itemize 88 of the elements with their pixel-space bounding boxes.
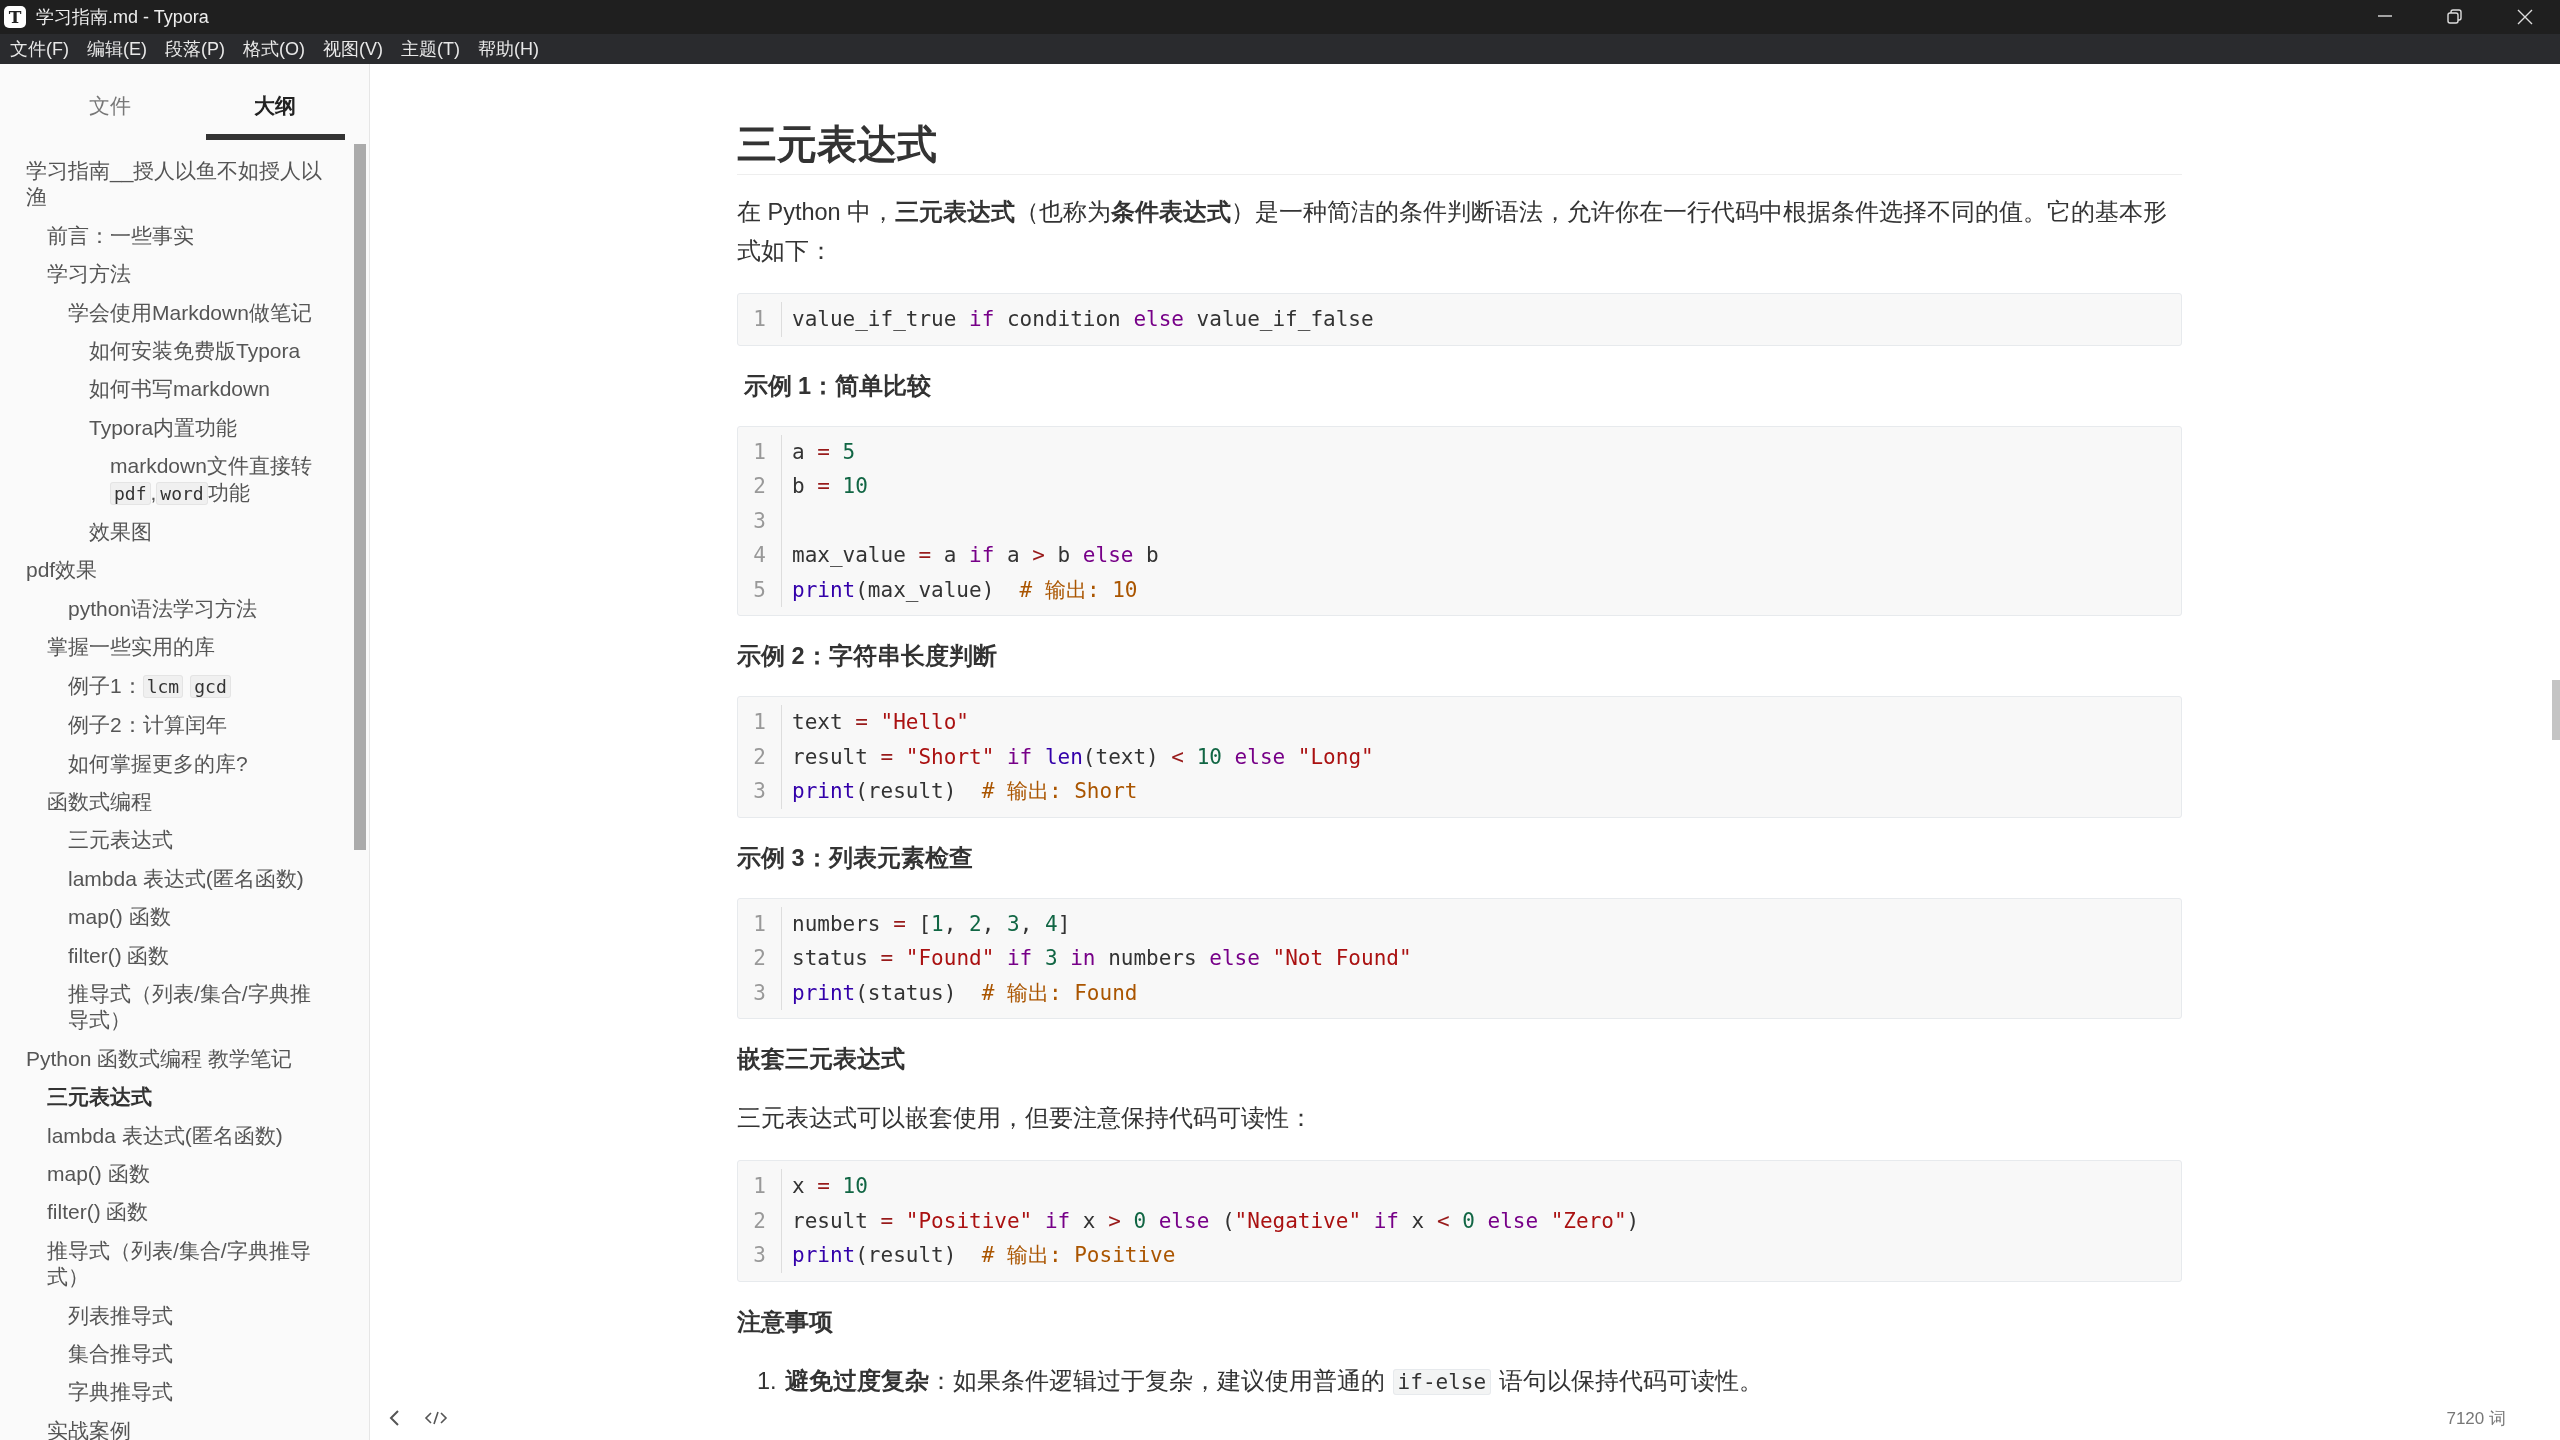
code-line: a = 5 [791,438,857,466]
code-line: max_value = a if a > b else b [791,542,1160,569]
outline-item[interactable]: 前言：一些事实 [0,216,325,256]
section-heading: 嵌套三元表达式 [737,1045,906,1074]
list-number: 1. [757,1366,777,1396]
menu-item[interactable]: 帮助(H) [468,37,548,61]
outline-item[interactable]: lambda 表达式(匿名函数) [0,1116,325,1155]
menu-item[interactable]: 段落(P) [156,37,234,61]
outline-item[interactable]: 推导式（列表/集合/字典推导式） [0,974,325,1040]
outline-item[interactable]: 例子1： lcm gcd [0,666,325,707]
outline-item[interactable]: filter() 函数 [0,936,325,975]
document-heading: 三元表达式 [737,118,2182,175]
window-title: 学习指南.md - Typora [36,6,210,29]
code-line: result = "Positive" if x > 0 else ("Negative" if x < 0 else "Zero") [791,1207,1641,1235]
close-icon[interactable] [2516,8,2534,26]
menu-item[interactable]: 视图(V) [314,37,392,61]
outline-item[interactable]: 掌握一些实用的库 [0,628,325,667]
outline-item[interactable]: 学习方法 [0,255,325,294]
paragraph: 三元表达式可以嵌套使用，但要注意保持代码可读性： [737,1104,1314,1133]
line-number: 5 [738,572,782,607]
outline-item[interactable]: map() 函数 [0,1154,325,1194]
code-line: numbers = [1, 2, 3, 4] [791,910,1072,938]
outline-item[interactable]: markdown文件直接转 pdf , word 功能 [0,447,325,514]
line-number: 2 [738,941,782,976]
code-line: value_if_true if condition else value_if_false [791,306,1375,333]
code-line: text = "Hello" [791,709,971,736]
section-heading: 示例 2：字符串长度判断 [737,642,998,671]
line-number: 3 [738,975,782,1010]
outline-item[interactable]: 学习指南__授人以鱼不如授人以渔 [0,152,325,217]
outline-item[interactable]: lambda 表达式(匿名函数) [0,859,325,899]
line-number: 3 [738,1238,782,1273]
line-number: 1 [738,302,782,337]
outline-item[interactable]: 三元表达式 [0,821,325,860]
outline-item[interactable]: 学会使用Markdown做笔记 [0,293,325,333]
section-heading: 注意事项 [737,1307,834,1337]
menu-item[interactable]: 文件(F) [1,37,78,61]
line-number: 2 [738,1203,782,1238]
code-line: x = 10 [791,1173,869,1200]
line-number: 3 [738,503,782,538]
code-line: b = 10 [791,473,869,500]
line-number: 1 [738,1169,782,1204]
outline-item[interactable]: 如何掌握更多的库? [0,744,325,783]
sidebar-tab[interactable]: 大纲 [205,84,345,140]
line-number: 2 [738,739,782,774]
app-logo: T [4,6,26,28]
source-code-icon[interactable] [424,1410,448,1426]
line-number: 1 [738,434,782,469]
line-number: 1 [738,705,782,740]
code-line: status = "Found" if 3 in numbers else "Not Found" [791,945,1413,972]
line-number: 1 [738,906,782,941]
outline-item[interactable]: 如何书写markdown [0,370,325,409]
code-line: result = "Short" if len(text) < 10 else "Long" [791,743,1375,771]
outline-item[interactable]: 三元表达式 [0,1078,325,1117]
outline-item[interactable]: map() 函数 [0,898,325,937]
outline-item[interactable]: 实战案例 [0,1411,325,1440]
outline-item[interactable]: python语法学习方法 [0,589,325,629]
outline-item[interactable]: 例子2：计算闰年 [0,706,325,745]
outline-item[interactable]: 字典推导式 [0,1373,325,1412]
outline-item[interactable]: 集合推导式 [0,1335,325,1374]
word-count: 7120 词 [2446,1407,2506,1430]
line-number: 3 [738,774,782,809]
scrollbar-thumb[interactable] [354,144,366,850]
menu-item[interactable]: 主题(T) [392,37,469,61]
scrollbar-thumb[interactable] [2552,680,2560,740]
outline-item[interactable]: filter() 函数 [0,1193,325,1232]
menu-item[interactable]: 格式(O) [234,37,314,61]
restore-icon[interactable] [2446,8,2464,26]
outline-item[interactable]: pdf效果 [0,551,325,590]
outline-item[interactable]: 函数式编程 [0,782,325,822]
outline-item[interactable]: 列表推导式 [0,1296,325,1335]
outline-item[interactable]: Python 函数式编程 教学笔记 [0,1039,325,1079]
section-heading: 示例 3：列表元素检查 [737,843,974,873]
outline-item[interactable]: Typora内置功能 [0,408,325,448]
line-number: 2 [738,469,782,504]
outline-item[interactable]: 如何安装免费版Typora [0,332,325,371]
code-line: print(result) # 输出: Short [791,778,1139,805]
outline-item[interactable]: 推导式（列表/集合/字典推导式） [0,1231,325,1297]
section-heading: 示例 1：简单比较 [742,371,933,401]
back-icon[interactable] [388,1409,402,1427]
line-number: 4 [738,538,782,573]
list-item-text: 避免过度复杂：如果条件逻辑过于复杂，建议使用普通的 if-else 语句以保持代码可读性。 [784,1366,1764,1397]
paragraph: 在 Python 中，三元表达式（也称为条件表达式）是一种简洁的条件判断语法，允许你在一行代码中根据条件选择不同的值。它的基本形式如下： [737,198,2169,266]
sidebar-tab[interactable]: 文件 [40,84,180,140]
code-line: print(max_value) # 输出: 10 [791,576,1139,604]
code-line: print(status) # 输出: Found [791,979,1139,1007]
code-line: print(result) # 输出: Positive [791,1242,1177,1269]
menu-item[interactable]: 编辑(E) [78,37,156,61]
outline-item[interactable]: 效果图 [0,513,325,552]
